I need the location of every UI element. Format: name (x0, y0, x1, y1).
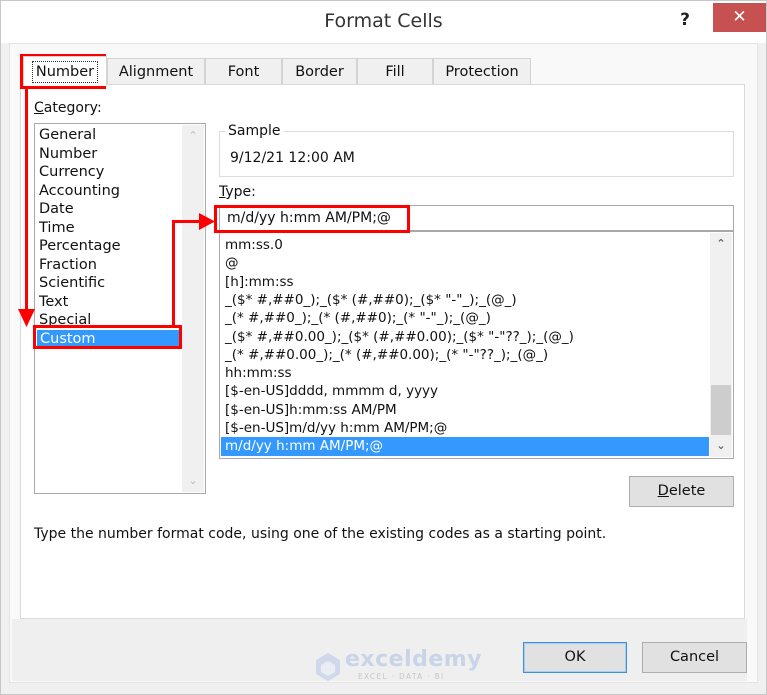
button-label: elete (668, 483, 706, 499)
category-item-time[interactable]: Time (39, 219, 75, 238)
format-item[interactable]: _(* #,##0.00_);_(* (#,##0.00);_(* "-"??_… (225, 346, 548, 364)
category-label: Category: (34, 100, 102, 116)
accelerator-key: D (657, 483, 669, 499)
annotation-box-type-input (214, 205, 410, 233)
category-item-fraction[interactable]: Fraction (39, 256, 97, 275)
format-code-list[interactable]: mm:ss.0 @ [h]:mm:ss _($* #,##0_);_($* (#… (219, 231, 734, 459)
type-label: Type: (219, 184, 256, 200)
format-item[interactable]: hh:mm:ss (225, 364, 292, 382)
format-item[interactable]: mm:ss.0 (225, 236, 283, 254)
format-item[interactable]: [h]:mm:ss (225, 273, 294, 291)
tab-label: Protection (445, 64, 519, 80)
format-item[interactable]: @ (225, 254, 239, 272)
tab-label: Alignment (118, 64, 194, 80)
scroll-up-icon[interactable]: ⌃ (182, 127, 204, 145)
tab-border[interactable]: Border (282, 58, 357, 85)
category-item-currency[interactable]: Currency (39, 163, 104, 182)
help-button[interactable]: ? (673, 7, 697, 33)
exceldemy-logo-icon (316, 653, 340, 681)
tab-label: Font (227, 64, 260, 80)
category-item-text[interactable]: Text (39, 293, 68, 312)
format-item[interactable]: _(* #,##0_);_(* (#,##0);_(* "-"_);_(@_) (225, 309, 491, 327)
scroll-thumb[interactable] (711, 385, 731, 435)
scroll-down-icon[interactable]: ⌄ (182, 472, 204, 490)
watermark-tagline: EXCEL · DATA · BI (358, 672, 445, 681)
sample-label: Sample (225, 123, 284, 139)
category-item-scientific[interactable]: Scientific (39, 274, 105, 293)
category-scrollbar[interactable]: ⌃ ⌄ (182, 125, 204, 492)
delete-button[interactable]: Delete (629, 476, 734, 507)
category-item-date[interactable]: Date (39, 200, 74, 219)
annotation-box-custom (33, 325, 182, 349)
category-item-general[interactable]: General (39, 126, 96, 145)
scroll-up-icon[interactable]: ⌃ (710, 235, 732, 253)
category-item-accounting[interactable]: Accounting (39, 182, 120, 201)
tab-font[interactable]: Font (205, 58, 282, 85)
sample-value: 9/12/21 12:00 AM (230, 150, 355, 166)
annotation-arrow-line-down (25, 89, 28, 313)
annotation-arrow-line-right (172, 220, 202, 223)
tab-fill[interactable]: Fill (357, 58, 433, 85)
format-list-scrollbar[interactable]: ⌃ ⌄ (710, 233, 732, 457)
close-icon: ✕ (732, 7, 747, 27)
watermark-brand: exceldemy (345, 647, 483, 672)
format-item[interactable]: [$-en-US]h:mm:ss AM/PM (225, 401, 397, 419)
label-text: ategory: (43, 100, 102, 116)
format-item-selected[interactable]: m/d/yy h:mm AM/PM;@ (221, 437, 709, 456)
accelerator-key: C (34, 100, 44, 116)
annotation-arrow-line-up (172, 221, 175, 326)
format-item[interactable]: [$-en-US]m/d/yy h:mm AM/PM;@ (225, 419, 447, 437)
format-cells-dialog: Format Cells ? ✕ Alignment Font Border F… (0, 0, 767, 695)
title-bar[interactable]: Format Cells ? ✕ (1, 1, 766, 43)
annotation-arrowhead-right-icon (199, 213, 215, 230)
category-item-number[interactable]: Number (39, 145, 97, 164)
category-item-percentage[interactable]: Percentage (39, 237, 121, 256)
tab-label: Number (31, 61, 99, 83)
tab-label: Fill (385, 64, 405, 80)
watermark: exceldemy EXCEL · DATA · BI (313, 647, 482, 690)
dialog-title: Format Cells (324, 10, 443, 32)
tab-number[interactable]: Number (23, 56, 107, 86)
scroll-down-icon[interactable]: ⌄ (710, 437, 732, 455)
format-item[interactable]: _($* #,##0_);_($* (#,##0);_($* "-"_);_(@… (225, 291, 517, 309)
cancel-button[interactable]: Cancel (642, 642, 747, 673)
close-button[interactable]: ✕ (713, 3, 766, 32)
tab-alignment[interactable]: Alignment (107, 58, 205, 85)
label-text: ype: (225, 184, 256, 200)
tab-label: Border (295, 64, 344, 80)
category-list[interactable]: General Number Currency Accounting Date … (34, 123, 206, 494)
hint-text: Type the number format code, using one o… (34, 526, 607, 542)
format-item[interactable]: _($* #,##0.00_);_($* (#,##0.00);_($* "-"… (225, 328, 574, 346)
ok-button[interactable]: OK (523, 642, 627, 673)
tab-protection[interactable]: Protection (433, 58, 531, 85)
format-item[interactable]: [$-en-US]dddd, mmmm d, yyyy (225, 382, 438, 400)
